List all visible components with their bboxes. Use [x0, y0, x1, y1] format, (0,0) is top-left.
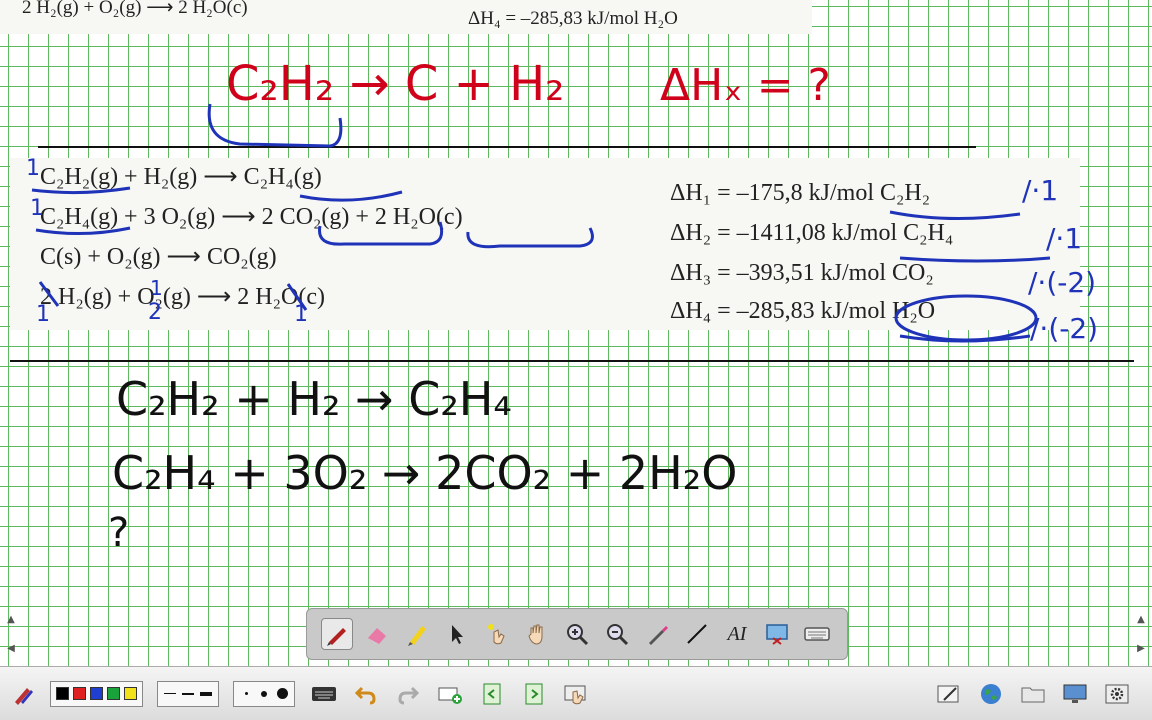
multiplier-1: /·1: [1022, 174, 1059, 207]
text-tool-label: AI: [727, 622, 747, 645]
scanned-reactions-block: C₂H₂(g) + H₂(g) ⟶ C₂H₄(g) C₂H₄(g) + 3 O₂…: [10, 158, 1080, 330]
scanned-header-strip: 2 H₂(g) + O₂(g) ⟶ 2 H₂O(c) ΔH₄ = –285,83…: [0, 0, 812, 34]
reaction-2: C₂H₄(g) + 3 O₂(g) ⟶ 2 CO₂(g) + 2 H₂O(c): [40, 204, 463, 230]
scanned-enthalpy-top: ΔH₄ = –285,83 kJ/mol H₂O: [468, 8, 678, 29]
whiteboard-canvas[interactable]: 2 H₂(g) + O₂(g) ⟶ 2 H₂O(c) ΔH₄ = –285,83…: [0, 0, 1152, 666]
coef-mark-5: 2: [148, 300, 162, 325]
laser-pointer-icon[interactable]: [481, 618, 513, 650]
color-palette: [50, 680, 143, 707]
undo-icon[interactable]: [351, 679, 381, 709]
previous-page-icon[interactable]: [477, 679, 507, 709]
coef-mark-3: 1: [36, 302, 50, 327]
work-line-1: C₂H₂ + H₂ → C₂H₄: [116, 372, 512, 426]
keyboard-icon[interactable]: [309, 679, 339, 709]
edit-page-icon[interactable]: [934, 679, 964, 709]
add-page-icon[interactable]: [435, 679, 465, 709]
gesture-icon[interactable]: [561, 679, 591, 709]
enthalpy-4: ΔH₄ = –285,83 kJ/mol H₂O: [670, 298, 936, 324]
enthalpy-3: ΔH₃ = –393,51 kJ/mol CO₂: [670, 260, 934, 286]
color-blue[interactable]: [90, 687, 103, 700]
coef-mark-1: 1: [26, 156, 40, 181]
floating-pen-toolbar: AI: [306, 608, 848, 660]
screen-capture-icon[interactable]: [761, 618, 793, 650]
eraser-icon[interactable]: [361, 618, 393, 650]
point-size-small[interactable]: [239, 687, 253, 701]
color-red[interactable]: [73, 687, 86, 700]
enthalpy-1: ΔH₁ = –175,8 kJ/mol C₂H₂: [670, 180, 931, 206]
folder-icon[interactable]: [1018, 679, 1048, 709]
coef-mark-4: 1: [150, 276, 163, 300]
magic-pen-icon[interactable]: [641, 618, 673, 650]
highlighter-icon[interactable]: [401, 618, 433, 650]
handwritten-target-reaction: C₂H₂ → C + H₂: [226, 56, 565, 112]
scanned-reaction-top: 2 H₂(g) + O₂(g) ⟶ 2 H₂O(c): [22, 0, 248, 18]
left-scroll-arrows[interactable]: ▲ ◀: [2, 614, 20, 654]
work-line-3: ?: [108, 510, 130, 556]
line-width-thick[interactable]: [199, 687, 213, 701]
globe-icon[interactable]: [976, 679, 1006, 709]
zoom-out-icon[interactable]: [601, 618, 633, 650]
pan-hand-icon[interactable]: [521, 618, 553, 650]
next-page-icon[interactable]: [519, 679, 549, 709]
zoom-in-icon[interactable]: [561, 618, 593, 650]
keyboard-icon[interactable]: [801, 618, 833, 650]
enthalpy-2: ΔH₂ = –1411,08 kJ/mol C₂H₄: [670, 220, 954, 246]
line-icon[interactable]: [681, 618, 713, 650]
chevron-up-icon[interactable]: ▲: [1137, 614, 1145, 625]
reaction-3: C(s) + O₂(g) ⟶ CO₂(g): [40, 244, 277, 270]
line-width-medium[interactable]: [181, 687, 195, 701]
redo-icon[interactable]: [393, 679, 423, 709]
chevron-right-icon[interactable]: ▶: [1137, 643, 1145, 654]
chevron-up-icon[interactable]: ▲: [7, 614, 15, 625]
handwritten-target-enthalpy: ΔHₓ = ?: [660, 60, 831, 111]
color-yellow[interactable]: [124, 687, 137, 700]
point-size-medium[interactable]: [257, 687, 271, 701]
display-icon[interactable]: [1060, 679, 1090, 709]
color-green[interactable]: [107, 687, 120, 700]
select-arrow-icon[interactable]: [441, 618, 473, 650]
divider-top: [38, 146, 976, 148]
multiplier-4: /·(-2): [1030, 312, 1099, 345]
reaction-1: C₂H₂(g) + H₂(g) ⟶ C₂H₄(g): [40, 164, 322, 190]
coef-mark-6: 1: [294, 302, 308, 327]
multiplier-3: /·(-2): [1028, 266, 1097, 299]
coef-mark-2: 1: [30, 196, 44, 221]
pen-settings-icon[interactable]: [8, 679, 38, 709]
work-line-2: C₂H₄ + 3O₂ → 2CO₂ + 2H₂O: [112, 446, 738, 500]
bottom-toolbar: [0, 666, 1152, 720]
reaction-4: 2 H₂(g) + O₂(g) ⟶ 2 H₂O(c): [40, 284, 325, 310]
pen-icon[interactable]: [321, 618, 353, 650]
point-size-large[interactable]: [275, 687, 289, 701]
divider-bottom: [10, 360, 1134, 362]
line-width-picker: [157, 680, 219, 707]
color-black[interactable]: [56, 687, 69, 700]
right-scroll-arrows[interactable]: ▲ ▶: [1132, 614, 1150, 654]
text-tool-icon[interactable]: AI: [721, 618, 753, 650]
multiplier-2: /·1: [1046, 222, 1083, 255]
chevron-left-icon[interactable]: ◀: [7, 643, 15, 654]
point-size-picker: [233, 680, 295, 707]
settings-icon[interactable]: [1102, 679, 1132, 709]
line-width-thin[interactable]: [163, 687, 177, 701]
